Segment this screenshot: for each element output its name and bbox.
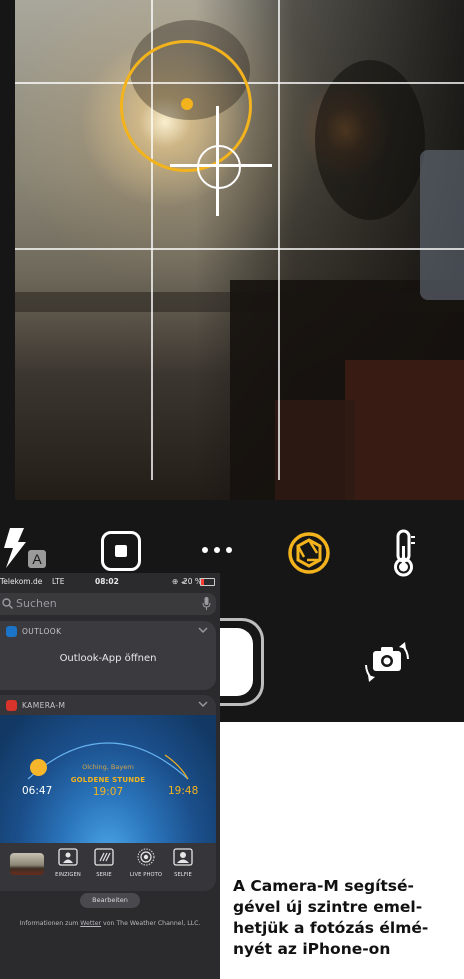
caption-line: A Camera-M segítsé- [233,877,414,895]
grid-line [15,248,464,250]
info-prefix: Informationen zum [19,920,81,927]
grid-line [278,0,280,480]
camera-mode-bar: EINZIGEN SERIE LIVE PHOTO SELFIE [0,845,216,891]
outlook-widget: OUTLOOK Outlook-App öffnen [0,621,216,690]
caption-line: gével új szintre emel- [233,898,423,916]
status-bar: Telekom.de LTE 08:02 ⊕ ➶ 20 % [0,573,220,589]
mode-single[interactable]: EINZIGEN [50,848,86,888]
kamera-m-app-icon [6,700,17,711]
shutter-button[interactable] [213,618,264,706]
aperture-icon[interactable] [287,531,331,575]
location-label: Olching, Bayern [82,763,134,771]
flash-auto-button[interactable]: A [0,528,50,570]
stop-button[interactable] [101,531,141,571]
microphone-icon[interactable] [202,597,211,611]
live-photo-icon [137,848,155,866]
today-view-screenshot: Telekom.de LTE 08:02 ⊕ ➶ 20 % Suchen OUT… [0,573,220,979]
caption-line: nyét az iPhone-on [233,940,391,958]
mode-selfie[interactable]: SELFIE [165,848,201,888]
chevron-down-icon[interactable] [198,700,208,708]
last-photo-thumbnail[interactable] [10,853,44,875]
sunrise-time: 06:47 [22,785,53,797]
widget-header: OUTLOOK [0,621,216,641]
weather-info-text: Informationen zum Wetter von The Weather… [0,920,220,927]
widget-title: OUTLOOK [22,627,62,636]
kamera-m-widget: KAMERA-M Olching, Bayern GOLDENE STUNDE … [0,695,216,891]
battery-icon [200,578,215,586]
burst-icon [94,848,114,866]
flip-camera-icon[interactable] [362,635,412,687]
edit-button[interactable]: Bearbeiten [80,893,140,908]
outlook-app-icon [6,626,17,637]
info-suffix: von The Weather Channel, LLC. [101,920,201,927]
golden-hour-label: GOLDENE STUNDE [70,776,146,784]
flash-mode-label: A [32,551,42,567]
tree-silhouette [315,60,425,220]
mode-label: SERIE [96,872,112,878]
widget-header: KAMERA-M [0,695,216,715]
selfie-icon [173,848,193,866]
widget-title: KAMERA-M [22,701,66,710]
building-silhouette [420,150,464,300]
camera-viewfinder[interactable] [15,0,464,500]
flash-icon: A [4,528,46,568]
mode-burst[interactable]: SERIE [86,848,122,888]
thermometer-icon[interactable] [390,528,420,578]
search-icon [2,598,13,609]
chevron-down-icon[interactable] [198,626,208,634]
sun-path-panel[interactable]: Olching, Bayern GOLDENE STUNDE 19:07 06:… [0,715,216,843]
clock-label: 08:02 [95,577,119,586]
roof [345,360,464,500]
mode-label: SELFIE [174,872,192,878]
stop-icon [115,545,127,557]
focus-point[interactable] [197,145,241,189]
weather-link[interactable]: Wetter [80,920,101,927]
more-icon[interactable] [200,542,234,556]
outlook-open-link[interactable]: Outlook-App öffnen [0,653,216,664]
network-label: LTE [52,577,65,586]
article-caption: A Camera-M segítsé- gével új szintre eme… [233,876,461,960]
sunset-time: 19:48 [168,785,199,797]
search-input[interactable]: Suchen [0,593,216,615]
single-person-icon [58,848,78,866]
roof [275,400,355,500]
caption-line: hetjük a fotózás élmé- [233,919,429,937]
sun-position-dot [181,98,193,110]
search-placeholder: Suchen [16,597,57,610]
mode-live-photo[interactable]: LIVE PHOTO [128,848,164,888]
carrier-label: Telekom.de [0,577,43,586]
